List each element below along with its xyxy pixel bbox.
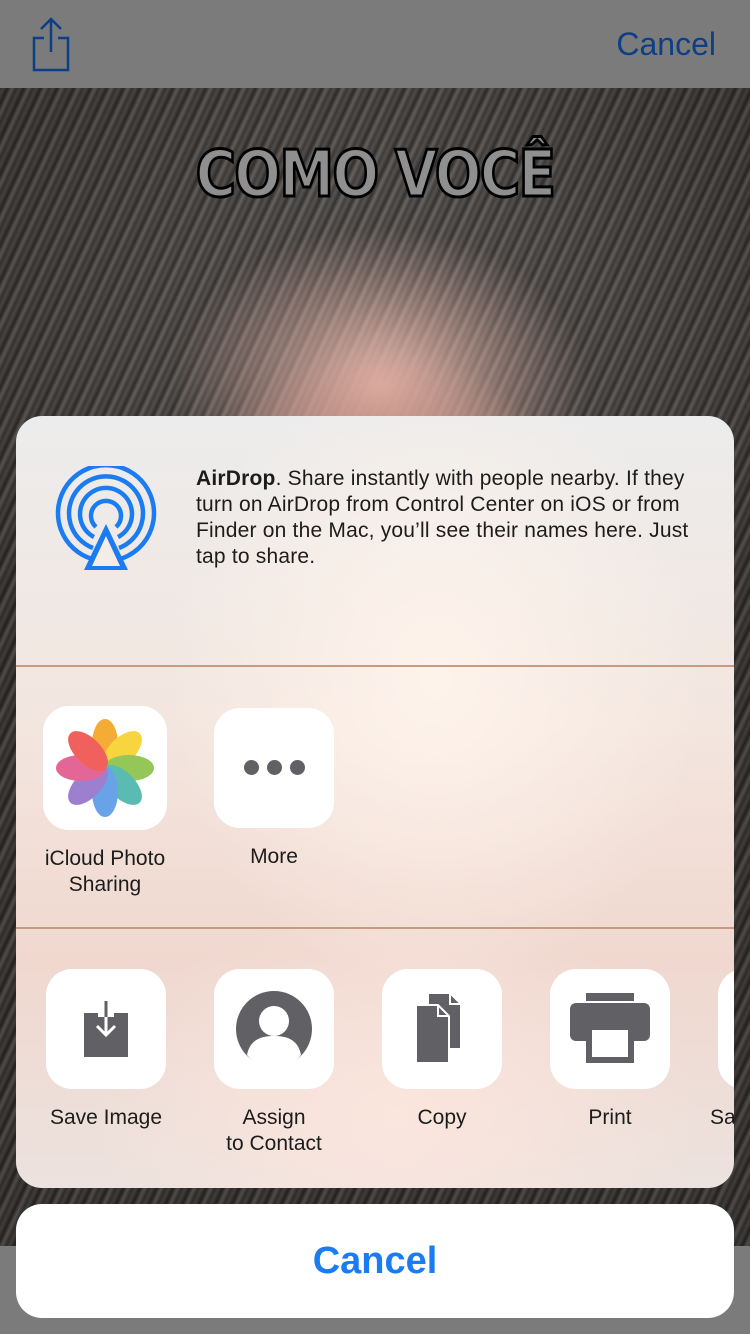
cancel-button[interactable]: Cancel: [16, 1204, 734, 1318]
action-label: Save Image: [21, 1105, 191, 1131]
share-label-line2: Sharing: [68, 873, 142, 896]
more-tile[interactable]: [214, 708, 334, 828]
partial-tile[interactable]: [718, 969, 734, 1089]
action-label-line1: Assign: [242, 1106, 306, 1129]
share-label-line1: iCloud Photo: [44, 847, 166, 870]
action-label-line1: Copy: [417, 1106, 467, 1129]
action-label: Copy: [357, 1105, 527, 1131]
copy-icon: [415, 992, 462, 1064]
separator: [16, 927, 734, 929]
share-more[interactable]: More: [189, 708, 359, 870]
action-label: Sa: [710, 1105, 734, 1131]
action-label-line2: to Contact: [226, 1132, 322, 1155]
contact-tile[interactable]: [214, 969, 334, 1089]
print-icon: [570, 993, 650, 1063]
photos-tile[interactable]: [43, 706, 167, 830]
share-icloud-photo-sharing[interactable]: iCloud Photo Sharing: [20, 706, 190, 898]
save-image-icon: [84, 1001, 128, 1057]
share-sheet: AirDrop. Share instantly with people nea…: [16, 416, 734, 1188]
navigation-bar: Cancel: [0, 0, 750, 88]
share-label-line1: More: [250, 845, 298, 868]
photos-icon: [56, 719, 154, 817]
action-save-image[interactable]: Save Image: [21, 969, 191, 1131]
airdrop-description: AirDrop. Share instantly with people nea…: [196, 466, 716, 570]
separator: [16, 665, 734, 667]
action-label-line1: Save Image: [49, 1106, 163, 1129]
print-tile[interactable]: [550, 969, 670, 1089]
copy-tile[interactable]: [382, 969, 502, 1089]
action-label-line1: Print: [588, 1106, 632, 1129]
action-label-line1: Sa: [710, 1106, 734, 1129]
share-label: More: [189, 844, 359, 870]
meme-caption-top: COMO VOCÊ: [194, 137, 557, 214]
more-icon: [214, 760, 334, 775]
nav-cancel-button[interactable]: Cancel: [616, 26, 716, 63]
airdrop-title: AirDrop: [196, 467, 276, 490]
action-assign-to-contact[interactable]: Assign to Contact: [189, 969, 359, 1157]
contact-icon: [236, 991, 312, 1069]
action-label: Assign to Contact: [189, 1105, 359, 1157]
share-icon[interactable]: [30, 16, 72, 72]
action-copy[interactable]: Copy: [357, 969, 527, 1131]
action-print[interactable]: Print: [525, 969, 695, 1131]
save-image-tile[interactable]: [46, 969, 166, 1089]
share-label: iCloud Photo Sharing: [20, 846, 190, 898]
action-label: Print: [525, 1105, 695, 1131]
airdrop-icon[interactable]: [54, 466, 158, 570]
action-partial[interactable]: Sa: [710, 969, 734, 1131]
